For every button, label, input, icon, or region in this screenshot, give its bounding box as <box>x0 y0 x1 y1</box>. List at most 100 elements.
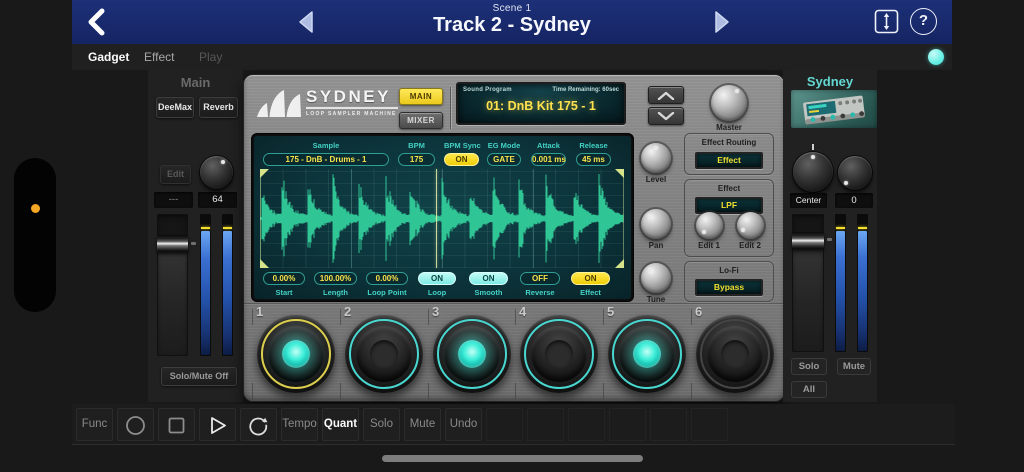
all-button[interactable]: All <box>791 381 827 398</box>
param-value[interactable]: 175 - DnB - Drums - 1 <box>263 153 389 166</box>
param-eg-mode[interactable]: EG Mode GATE <box>487 141 521 166</box>
scene-title-block[interactable]: Scene 1 Track 2 - Sydney <box>392 3 632 37</box>
param-toggle[interactable]: ON <box>469 272 508 285</box>
prev-track-icon[interactable] <box>294 9 320 35</box>
solo-mute-off-button[interactable]: Solo/Mute Off <box>161 367 237 386</box>
knob-value[interactable]: 64 <box>198 192 237 208</box>
tab-play[interactable]: Play <box>199 44 222 70</box>
tempo-button[interactable]: Tempo <box>281 408 318 441</box>
sound-program-display[interactable]: Sound Program Time Remaining: 60sec 01: … <box>456 82 626 125</box>
param-release[interactable]: Release 45 ms <box>576 141 611 166</box>
param-reverse[interactable]: OFF Reverse <box>520 272 560 297</box>
channel-fader[interactable] <box>157 214 188 356</box>
fader-handle[interactable] <box>157 235 188 252</box>
pad-light <box>545 340 573 368</box>
pad-2[interactable] <box>345 315 423 393</box>
expand-collapse-icon[interactable] <box>873 8 900 35</box>
edit-button[interactable]: Edit <box>160 165 191 184</box>
pan-knob[interactable] <box>641 209 671 239</box>
fx-slot-reverb-button[interactable]: Reverb <box>199 97 238 118</box>
quant-button[interactable]: Quant <box>322 408 359 441</box>
effect-routing-display[interactable]: Effect <box>695 152 763 169</box>
effect-routing-title: Effect Routing <box>701 138 757 147</box>
param-toggle[interactable]: ON <box>444 153 479 166</box>
mute-button[interactable]: Mute <box>837 358 871 375</box>
help-icon[interactable]: ? <box>910 8 937 35</box>
pan-value[interactable]: Center <box>790 193 827 208</box>
tune-knob[interactable] <box>641 263 671 293</box>
func-button[interactable]: Func <box>76 408 113 441</box>
pad-light <box>721 340 749 368</box>
param-loop-point[interactable]: 0.00% Loop Point <box>366 272 408 297</box>
param-toggle[interactable]: OFF <box>520 272 560 285</box>
pad-3[interactable] <box>433 315 511 393</box>
param-start[interactable]: 0.00% Start <box>263 272 305 297</box>
send-knob[interactable] <box>200 156 233 189</box>
selection-start-edge[interactable] <box>260 169 261 268</box>
record-button[interactable] <box>117 408 154 441</box>
send-value[interactable]: --- <box>154 192 193 208</box>
solo-button[interactable]: Solo <box>791 358 827 375</box>
gadget-thumbnail[interactable] <box>791 90 877 128</box>
toolbar-mute-button[interactable]: Mute <box>404 408 441 441</box>
param-value[interactable]: 45 ms <box>576 153 611 166</box>
channel-gain-knob[interactable] <box>838 156 872 190</box>
back-chevron-icon[interactable] <box>82 6 112 38</box>
pad-1[interactable] <box>257 315 335 393</box>
channel-pan-knob[interactable] <box>793 152 833 192</box>
param-value[interactable]: 0.001 ms <box>531 153 566 166</box>
param-value[interactable]: 100.00% <box>314 272 357 285</box>
param-bpm[interactable]: BPM 175 <box>398 141 435 166</box>
opera-house-icon <box>256 88 302 129</box>
effect-edit2-knob[interactable] <box>737 212 764 239</box>
level-meter-right <box>857 214 868 352</box>
master-knob[interactable] <box>711 85 747 121</box>
fader-handle[interactable] <box>792 232 824 249</box>
undo-button[interactable]: Undo <box>445 408 482 441</box>
param-value[interactable]: 175 <box>398 153 435 166</box>
view-mixer-button[interactable]: MIXER <box>399 112 443 129</box>
play-button[interactable] <box>199 408 236 441</box>
knob-indicator-dot <box>735 89 739 93</box>
gain-value[interactable]: 0 <box>835 193 873 208</box>
param-toggle[interactable]: ON <box>418 272 456 285</box>
stop-button[interactable] <box>158 408 195 441</box>
waveform-display[interactable] <box>260 169 624 268</box>
pad-4[interactable] <box>520 315 598 393</box>
param-effect[interactable]: ON Effect <box>571 272 610 297</box>
channel-fader[interactable] <box>792 214 824 352</box>
level-knob[interactable] <box>641 143 671 173</box>
tab-effect[interactable]: Effect <box>144 44 174 70</box>
view-main-button[interactable]: MAIN <box>399 88 443 105</box>
pad-6[interactable] <box>696 315 774 393</box>
loop-button[interactable] <box>240 408 277 441</box>
toolbar-solo-button[interactable]: Solo <box>363 408 400 441</box>
pad-slot-3: 3 <box>428 303 516 403</box>
fx-slot-deemax-button[interactable]: DeeMax <box>156 97 194 118</box>
tab-gadget[interactable]: Gadget <box>88 44 129 70</box>
next-track-icon[interactable] <box>708 9 734 35</box>
top-bar: Scene 1 Track 2 - Sydney ? <box>72 0 952 44</box>
knob-indicator-dot <box>654 146 658 150</box>
program-up-button[interactable] <box>648 86 684 104</box>
param-bpm-sync[interactable]: BPM Sync ON <box>444 141 481 166</box>
param-value[interactable]: 0.00% <box>263 272 305 285</box>
lofi-display[interactable]: Bypass <box>695 279 763 296</box>
pad-5[interactable] <box>608 315 686 393</box>
param-value[interactable]: GATE <box>487 153 521 166</box>
home-indicator[interactable] <box>382 455 643 462</box>
brand-name: SYDNEY <box>306 87 391 106</box>
level-label: Level <box>645 175 667 184</box>
program-down-button[interactable] <box>648 107 684 125</box>
param-length[interactable]: 100.00% Length <box>314 272 357 297</box>
param-sample[interactable]: Sample 175 - DnB - Drums - 1 <box>263 141 389 166</box>
param-smooth[interactable]: ON Smooth <box>469 272 508 297</box>
selection-end-edge[interactable] <box>623 169 624 268</box>
effect-edit1-knob[interactable] <box>696 212 723 239</box>
param-value[interactable]: 0.00% <box>366 272 408 285</box>
param-loop[interactable]: ON Loop <box>418 272 456 297</box>
param-attack[interactable]: Attack 0.001 ms <box>531 141 566 166</box>
app-screen: Scene 1 Track 2 - Sydney ? Gadget Effect… <box>0 0 1024 472</box>
camera-housing-pill <box>14 158 56 312</box>
param-toggle[interactable]: ON <box>571 272 610 285</box>
